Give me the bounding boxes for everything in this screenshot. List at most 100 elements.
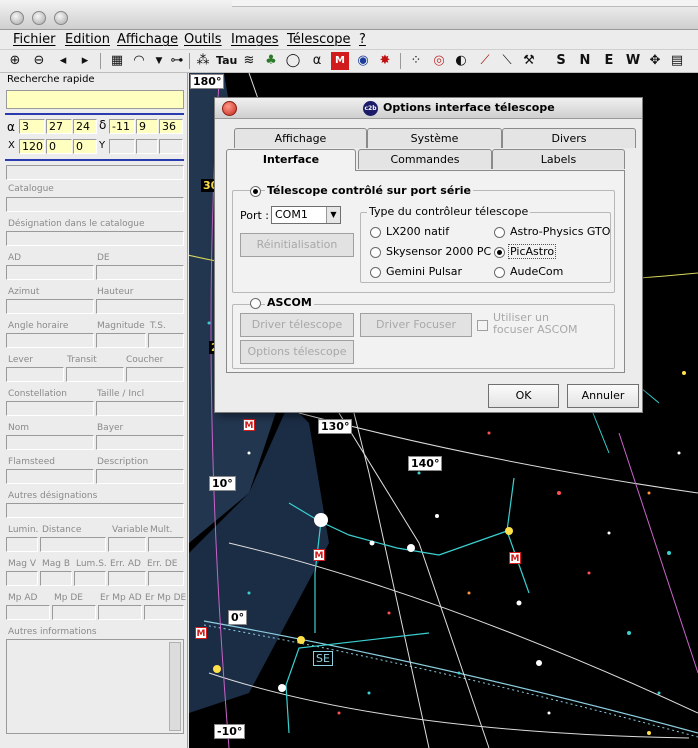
options-telescope-button[interactable]: Options télescope xyxy=(240,340,354,364)
menu-fichier[interactable]: Fichier xyxy=(13,32,56,47)
dec-minutes-field[interactable]: 9 xyxy=(136,119,158,134)
alpha-icon[interactable]: α xyxy=(308,52,326,70)
tab-divers[interactable]: Divers xyxy=(502,128,636,148)
magv-field[interactable] xyxy=(6,571,38,586)
controller-radio-gemini[interactable] xyxy=(370,267,381,278)
mpad-field[interactable] xyxy=(6,605,50,620)
minimize-window-button[interactable] xyxy=(32,11,46,25)
back-arrow-icon[interactable]: ◂ xyxy=(54,52,72,70)
reinitialisation-button[interactable]: Réinitialisation xyxy=(240,233,354,257)
lums-field[interactable] xyxy=(74,571,106,586)
errde-field[interactable] xyxy=(148,571,184,586)
milky-way-icon[interactable]: ≋ xyxy=(240,52,258,70)
tab-affichage[interactable]: Affichage xyxy=(234,128,367,148)
forward-arrow-icon[interactable]: ▸ xyxy=(76,52,94,70)
tree-icon[interactable]: ♣ xyxy=(262,52,280,70)
menu-edition[interactable]: Edition xyxy=(65,32,110,47)
description-field[interactable] xyxy=(96,469,184,484)
errad-field[interactable] xyxy=(108,571,146,586)
tab-systeme[interactable]: Système xyxy=(367,128,502,148)
magnitude-field[interactable] xyxy=(96,333,146,348)
tau-icon[interactable]: Tau xyxy=(216,52,237,70)
autres-infos-textarea[interactable] xyxy=(6,639,184,734)
messier-marker[interactable]: M xyxy=(243,419,255,431)
nebula-icon[interactable]: ◎ xyxy=(430,52,448,70)
lumin-field[interactable] xyxy=(6,537,38,552)
messier-icon[interactable]: M xyxy=(331,52,349,70)
transit-field[interactable] xyxy=(66,367,124,382)
constellation-field[interactable] xyxy=(6,401,94,416)
errmpde-field[interactable] xyxy=(144,605,184,620)
use-focuser-checkbox[interactable] xyxy=(477,320,488,331)
cancel-button[interactable]: Annuler xyxy=(567,384,639,408)
magb-field[interactable] xyxy=(40,571,72,586)
serial-port-radio[interactable] xyxy=(250,186,261,197)
y-field-3[interactable] xyxy=(159,139,183,154)
taille-field[interactable] xyxy=(96,401,184,416)
tab-commandes[interactable]: Commandes xyxy=(358,149,492,169)
constellation-icon[interactable]: ⁂ xyxy=(194,52,212,70)
tab-labels[interactable]: Labels xyxy=(492,149,625,169)
y-field-2[interactable] xyxy=(136,139,158,154)
designation-field[interactable] xyxy=(6,231,184,246)
quick-search-input[interactable] xyxy=(6,90,184,109)
ra-seconds-field[interactable]: 24 xyxy=(73,119,97,134)
ad-field[interactable] xyxy=(6,265,94,280)
comet-icon[interactable]: ⟋ xyxy=(476,52,494,70)
angle-horaire-field[interactable] xyxy=(6,333,94,348)
controller-radio-picastro[interactable] xyxy=(494,247,505,258)
menu-outils[interactable]: Outils xyxy=(184,32,222,47)
port-select[interactable]: COM1 ▼ xyxy=(271,206,341,224)
move-icon[interactable]: ✥ xyxy=(646,52,664,70)
driver-telescope-button[interactable]: Driver télescope xyxy=(240,313,354,337)
planet-icon[interactable]: ⊶ xyxy=(168,52,186,70)
moon-icon[interactable]: ◐ xyxy=(452,52,470,70)
menu-affichage[interactable]: Affichage xyxy=(117,32,178,47)
driver-focuser-button[interactable]: Driver Focuser xyxy=(360,313,472,337)
x-field-1[interactable]: 120 xyxy=(19,139,45,154)
dialog-close-button[interactable] xyxy=(222,101,237,116)
menu-telescope[interactable]: Télescope xyxy=(287,32,350,47)
mpde-field[interactable] xyxy=(52,605,96,620)
chevron-down-icon[interactable]: ▼ xyxy=(326,207,340,223)
zoom-in-icon[interactable]: ⊕ xyxy=(6,52,24,70)
ascom-radio[interactable] xyxy=(250,298,261,309)
de-field[interactable] xyxy=(96,265,184,280)
lever-field[interactable] xyxy=(6,367,64,382)
horizon-icon[interactable]: ◠ xyxy=(130,52,148,70)
scrollbar[interactable] xyxy=(169,642,181,731)
globe-icon[interactable]: ◉ xyxy=(354,52,372,70)
catalogue-field[interactable] xyxy=(6,197,184,212)
zoom-out-icon[interactable]: ⊖ xyxy=(30,52,48,70)
ra-hours-field[interactable]: 3 xyxy=(19,119,45,134)
ts-field[interactable] xyxy=(148,333,184,348)
controller-radio-astrophysics[interactable] xyxy=(494,227,505,238)
compass-n[interactable]: N xyxy=(576,52,594,70)
panel-icon[interactable]: ▤ xyxy=(668,52,686,70)
nom-field[interactable] xyxy=(6,435,94,450)
messier-marker[interactable]: M xyxy=(195,627,207,639)
x-field-2[interactable]: 0 xyxy=(46,139,72,154)
ra-minutes-field[interactable]: 27 xyxy=(46,119,72,134)
y-field-1[interactable] xyxy=(109,139,135,154)
compass-w[interactable]: W xyxy=(624,52,642,70)
dec-degrees-field[interactable]: -11 xyxy=(109,119,135,134)
dropdown-arrow-icon[interactable]: ▼ xyxy=(150,52,168,70)
flamsteed-field[interactable] xyxy=(6,469,94,484)
star-target-icon[interactable]: ✸ xyxy=(376,52,394,70)
compass-s[interactable]: S xyxy=(552,52,570,70)
stars-icon[interactable]: ⁘ xyxy=(407,52,425,70)
close-window-button[interactable] xyxy=(10,11,24,25)
dec-seconds-field[interactable]: 36 xyxy=(159,119,183,134)
bayer-field[interactable] xyxy=(96,435,184,450)
controller-radio-audecom[interactable] xyxy=(494,267,505,278)
errmpad-field[interactable] xyxy=(98,605,142,620)
controller-radio-lx200[interactable] xyxy=(370,227,381,238)
compass-e[interactable]: E xyxy=(600,52,618,70)
messier-marker[interactable]: M xyxy=(509,552,521,564)
x-field-3[interactable]: 0 xyxy=(73,139,97,154)
satellite-icon[interactable]: ⟍ xyxy=(498,52,516,70)
ellipse-icon[interactable]: ◯ xyxy=(284,52,302,70)
autres-designations-field[interactable] xyxy=(6,503,184,518)
azimut-field[interactable] xyxy=(6,299,94,314)
